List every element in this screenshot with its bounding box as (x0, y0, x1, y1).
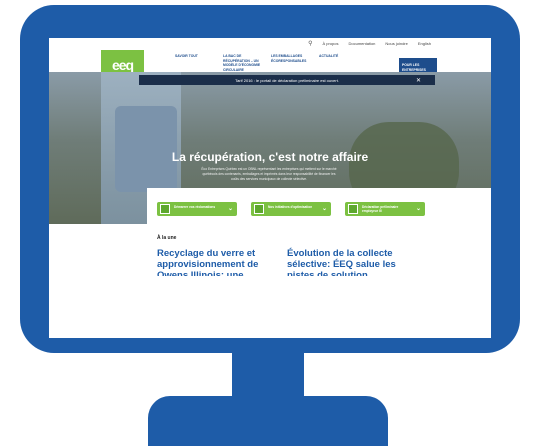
chevron-down-icon: ⌄ (415, 206, 421, 212)
section-title: À la une (157, 235, 177, 241)
pill-initiatives[interactable]: Nos initiatives d'optimisation ⌄ (251, 202, 331, 216)
nav-item-savoir[interactable]: SAVOIR TOUT (175, 54, 217, 72)
banner-text: Tarif 2016 : le portail de déclaration p… (235, 77, 339, 83)
toplink-english[interactable]: English (418, 41, 431, 46)
toplink-documentation[interactable]: Documentation (349, 41, 376, 46)
nav-item-actualite[interactable]: ACTUALITÉ (319, 54, 361, 72)
pill-reclamations[interactable]: Démarrer vos réclamations ⌄ (157, 202, 237, 216)
nav-item-emballages[interactable]: LES EMBALLAGES ÉCORESPONSABLES (271, 54, 313, 72)
nav-item-bac[interactable]: LA BAC DE RÉCUPÉRATION – UN MODÈLE D'ÉCO… (223, 54, 265, 72)
toplink-contact[interactable]: Nous joindre (385, 41, 407, 46)
document-icon (348, 204, 358, 214)
monitor-neck (232, 352, 304, 398)
announcement-banner[interactable]: Tarif 2016 : le portail de déclaration p… (139, 75, 435, 85)
recycling-bin-image (115, 106, 177, 192)
close-icon[interactable]: ✕ (416, 77, 421, 84)
document-icon (254, 204, 264, 214)
chevron-down-icon: ⌄ (227, 206, 233, 212)
hero-text: Éco Entreprises Québec est un OBNL repré… (201, 167, 337, 181)
pill-declaration[interactable]: Déclaration préliminaire employeur III ⌄ (345, 202, 425, 216)
main-navigation: eeq Éco Entreprises Québec SAVOIR TOUT L… (49, 48, 491, 82)
top-utility-bar: ⚲ À propos Documentation Nous joindre En… (49, 38, 491, 48)
monitor-stand (148, 396, 388, 446)
toplink-about[interactable]: À propos (322, 41, 338, 46)
document-icon (160, 204, 170, 214)
screen-footer-blank (49, 276, 491, 338)
website-screen: ⚲ À propos Documentation Nous joindre En… (49, 38, 491, 338)
chevron-down-icon: ⌄ (321, 206, 327, 212)
search-icon[interactable]: ⚲ (308, 40, 312, 47)
hero-title: La récupération, c'est notre affaire (171, 150, 369, 164)
